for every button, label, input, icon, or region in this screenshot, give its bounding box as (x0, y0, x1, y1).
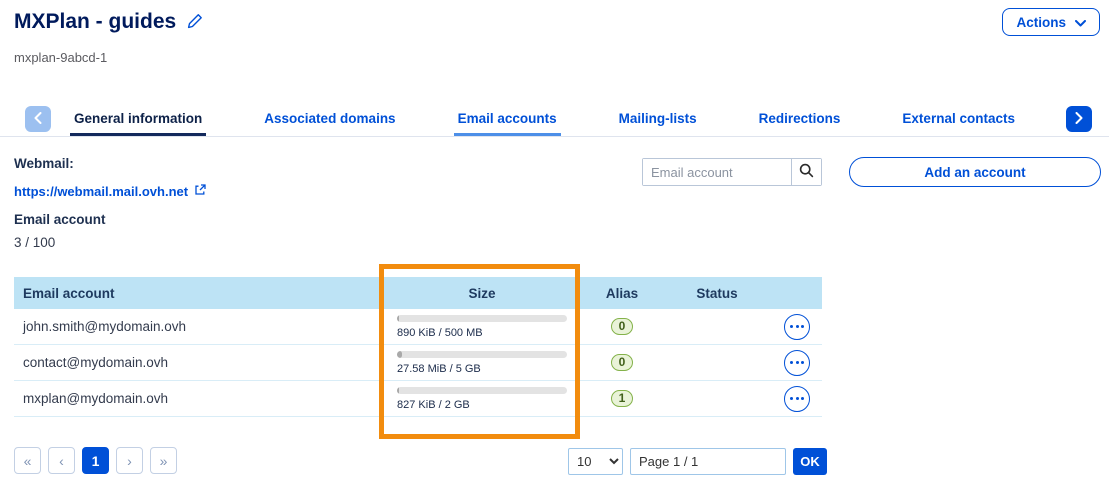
tab-mailing-lists[interactable]: Mailing-lists (615, 104, 701, 136)
webmail-label: Webmail: (14, 156, 74, 171)
size-cell: 27.58 MiB / 5 GB (382, 351, 582, 375)
alias-count-badge: 0 (611, 318, 633, 335)
quota-progress-bar (397, 387, 567, 394)
email-cell: contact@mydomain.ovh (14, 355, 382, 370)
table-header-row: Email account Size Alias Status (14, 277, 822, 309)
search-button[interactable] (791, 159, 821, 185)
pagination-last-button[interactable]: » (150, 447, 177, 474)
page-indicator-input[interactable] (630, 448, 786, 475)
alias-count-badge: 1 (611, 390, 633, 407)
alias-cell: 0 (582, 318, 662, 335)
chevron-right-icon (1075, 112, 1083, 127)
quota-text: 27.58 MiB / 5 GB (397, 363, 582, 375)
service-id: mxplan-9abcd-1 (14, 50, 107, 65)
tab-redirections[interactable]: Redirections (755, 104, 845, 136)
size-cell: 827 KiB / 2 GB (382, 387, 582, 411)
tabs-nav: General information Associated domains E… (70, 104, 1019, 136)
pagination: « ‹ 1 › » (14, 447, 177, 474)
edit-title-button[interactable] (187, 13, 203, 32)
tab-external-contacts[interactable]: External contacts (898, 104, 1019, 136)
column-header-size: Size (382, 286, 582, 301)
search-group (642, 158, 822, 186)
email-accounts-table: Email account Size Alias Status john.smi… (14, 277, 822, 417)
column-header-email-account: Email account (14, 286, 382, 301)
ellipsis-icon (790, 325, 793, 328)
ellipsis-icon (790, 361, 793, 364)
header: MXPlan - guides (14, 10, 203, 34)
quota-text: 827 KiB / 2 GB (397, 399, 582, 411)
tabs-bar: General information Associated domains E… (0, 104, 1109, 137)
tabs-scroll-right-button[interactable] (1066, 106, 1092, 132)
search-input[interactable] (643, 159, 791, 185)
tab-general-information[interactable]: General information (70, 104, 206, 136)
page-size-select[interactable]: 10 (568, 448, 623, 475)
column-header-status: Status (662, 286, 772, 301)
actions-cell (772, 314, 822, 340)
actions-cell (772, 386, 822, 412)
webmail-link-text: https://webmail.mail.ovh.net (14, 184, 188, 199)
page-controls: 10 OK (568, 448, 827, 475)
tabs-scroll-left-button[interactable] (25, 106, 51, 132)
pagination-next-button[interactable]: › (116, 447, 143, 474)
table-row: contact@mydomain.ovh 27.58 MiB / 5 GB 0 (14, 345, 822, 381)
email-account-count-value: 3 / 100 (14, 235, 55, 250)
row-actions-button[interactable] (784, 386, 810, 412)
email-cell: mxplan@mydomain.ovh (14, 391, 382, 406)
row-actions-button[interactable] (784, 350, 810, 376)
mxplan-service-page: MXPlan - guides Actions mxplan-9abcd-1 G… (0, 0, 1109, 496)
tab-email-accounts[interactable]: Email accounts (454, 104, 561, 136)
chevron-down-icon (1075, 15, 1086, 30)
quota-progress-bar (397, 351, 567, 358)
ok-button[interactable]: OK (793, 448, 827, 475)
actions-cell (772, 350, 822, 376)
search-icon (799, 163, 814, 181)
alias-count-badge: 0 (611, 354, 633, 371)
external-link-icon (194, 184, 206, 199)
table-row: mxplan@mydomain.ovh 827 KiB / 2 GB 1 (14, 381, 822, 417)
size-cell: 890 KiB / 500 MB (382, 315, 582, 339)
table-row: john.smith@mydomain.ovh 890 KiB / 500 MB… (14, 309, 822, 345)
pagination-first-button[interactable]: « (14, 447, 41, 474)
alias-cell: 1 (582, 390, 662, 407)
pagination-prev-button[interactable]: ‹ (48, 447, 75, 474)
quota-text: 890 KiB / 500 MB (397, 327, 582, 339)
pencil-icon (187, 13, 203, 32)
chevron-left-icon (34, 112, 42, 127)
actions-button-label: Actions (1016, 15, 1066, 30)
page-title: MXPlan - guides (14, 10, 176, 34)
row-actions-button[interactable] (784, 314, 810, 340)
column-header-alias: Alias (582, 286, 662, 301)
quota-progress-bar (397, 315, 567, 322)
alias-cell: 0 (582, 354, 662, 371)
pagination-page-1-button[interactable]: 1 (82, 447, 109, 474)
webmail-link[interactable]: https://webmail.mail.ovh.net (14, 184, 206, 199)
email-account-count-label: Email account (14, 212, 106, 227)
ellipsis-icon (790, 397, 793, 400)
actions-button[interactable]: Actions (1002, 8, 1100, 36)
add-account-button[interactable]: Add an account (849, 157, 1101, 187)
email-cell: john.smith@mydomain.ovh (14, 319, 382, 334)
tab-associated-domains[interactable]: Associated domains (260, 104, 399, 136)
